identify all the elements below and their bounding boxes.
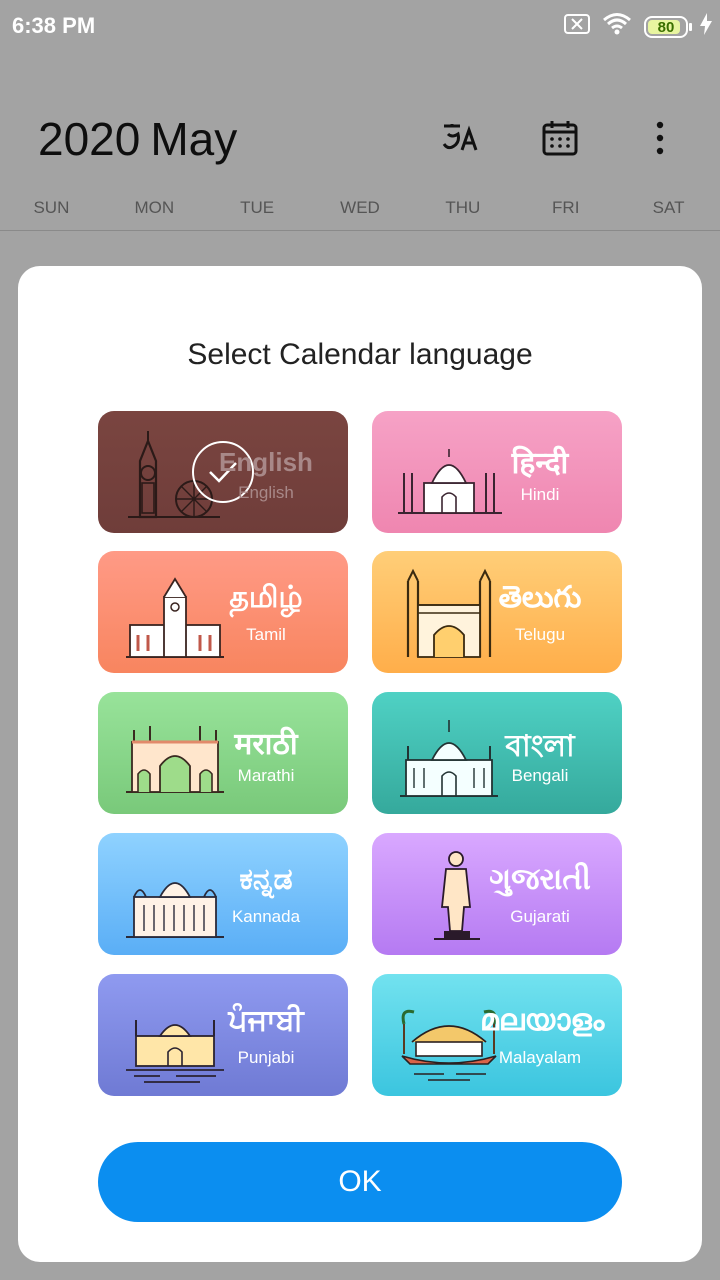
language-dialog: Select Calendar language English English [18,266,702,1262]
language-native-label: தமிழ் [229,581,303,614]
notification-blocked-icon [564,14,590,40]
language-option-malayalam[interactable]: മലയാളം Malayalam [372,974,622,1096]
language-name-label: Tamil [246,625,286,644]
language-option-telugu[interactable]: తెలుగు Telugu [372,551,622,673]
charging-icon [700,13,712,41]
status-icons: 80 [564,12,712,42]
language-name-label: Hindi [520,485,560,504]
language-name-label: Kannada [231,907,301,926]
language-native-label: ਪੰਜਾਬੀ [228,1004,304,1037]
battery-icon: 80 [644,16,692,38]
battery-level: 80 [657,18,675,36]
language-native-label: മലയാളം [480,1004,605,1037]
weekday-header: SUN MON TUE WED THU FRI SAT [0,198,720,218]
weekday-fri: FRI [552,198,580,217]
calendar-month: May [150,113,238,165]
calendar-title: 2020 May [38,112,237,166]
translate-icon[interactable] [438,116,482,160]
weekday-thu: THU [445,198,481,217]
language-name-label: Marathi [237,766,295,785]
language-native-label: मराठी [234,728,298,761]
language-name-label: Malayalam [498,1048,582,1067]
language-native-label: ગુજરાતી [489,863,591,896]
status-time: 6:38 PM [12,13,96,38]
calendar-year: 2020 [38,113,141,165]
language-option-english[interactable]: English English [98,411,348,533]
header-divider [0,230,720,231]
language-native-label: English [219,447,313,477]
weekday-sat: SAT [652,198,685,217]
language-option-gujarati[interactable]: ગુજરાતી Gujarati [372,833,622,955]
language-name-label: Bengali [511,766,569,785]
language-option-tamil[interactable]: தமிழ் Tamil [98,551,348,673]
dialog-title: Select Calendar language [187,338,533,371]
language-native-label: తెలుగు [498,581,582,614]
weekday-wed: WED [340,198,380,217]
status-bar: 6:38 PM 80 [0,0,720,52]
language-option-bengali[interactable]: বাংলা Bengali [372,692,622,814]
weekday-sun: SUN [33,198,70,217]
language-name-label: Punjabi [237,1048,295,1067]
language-name-label: Telugu [514,625,566,644]
language-option-kannada[interactable]: ಕನ್ನಡ Kannada [98,833,348,955]
language-native-label: ಕನ್ನಡ [239,863,293,896]
calendar-icon[interactable] [538,116,582,160]
weekday-mon: MON [134,198,175,217]
language-native-label: हिन्दी [511,447,569,480]
more-vertical-icon[interactable] [638,116,682,160]
language-option-marathi[interactable]: मराठी Marathi [98,692,348,814]
weekday-tue: TUE [240,198,275,217]
ok-button[interactable]: OK [98,1142,622,1222]
wifi-icon [602,12,632,42]
language-name-label: English [238,483,294,502]
language-option-punjabi[interactable]: ਪੰਜਾਬੀ Punjabi [98,974,348,1096]
language-option-hindi[interactable]: हिन्दी Hindi [372,411,622,533]
language-name-label: Gujarati [510,907,570,926]
